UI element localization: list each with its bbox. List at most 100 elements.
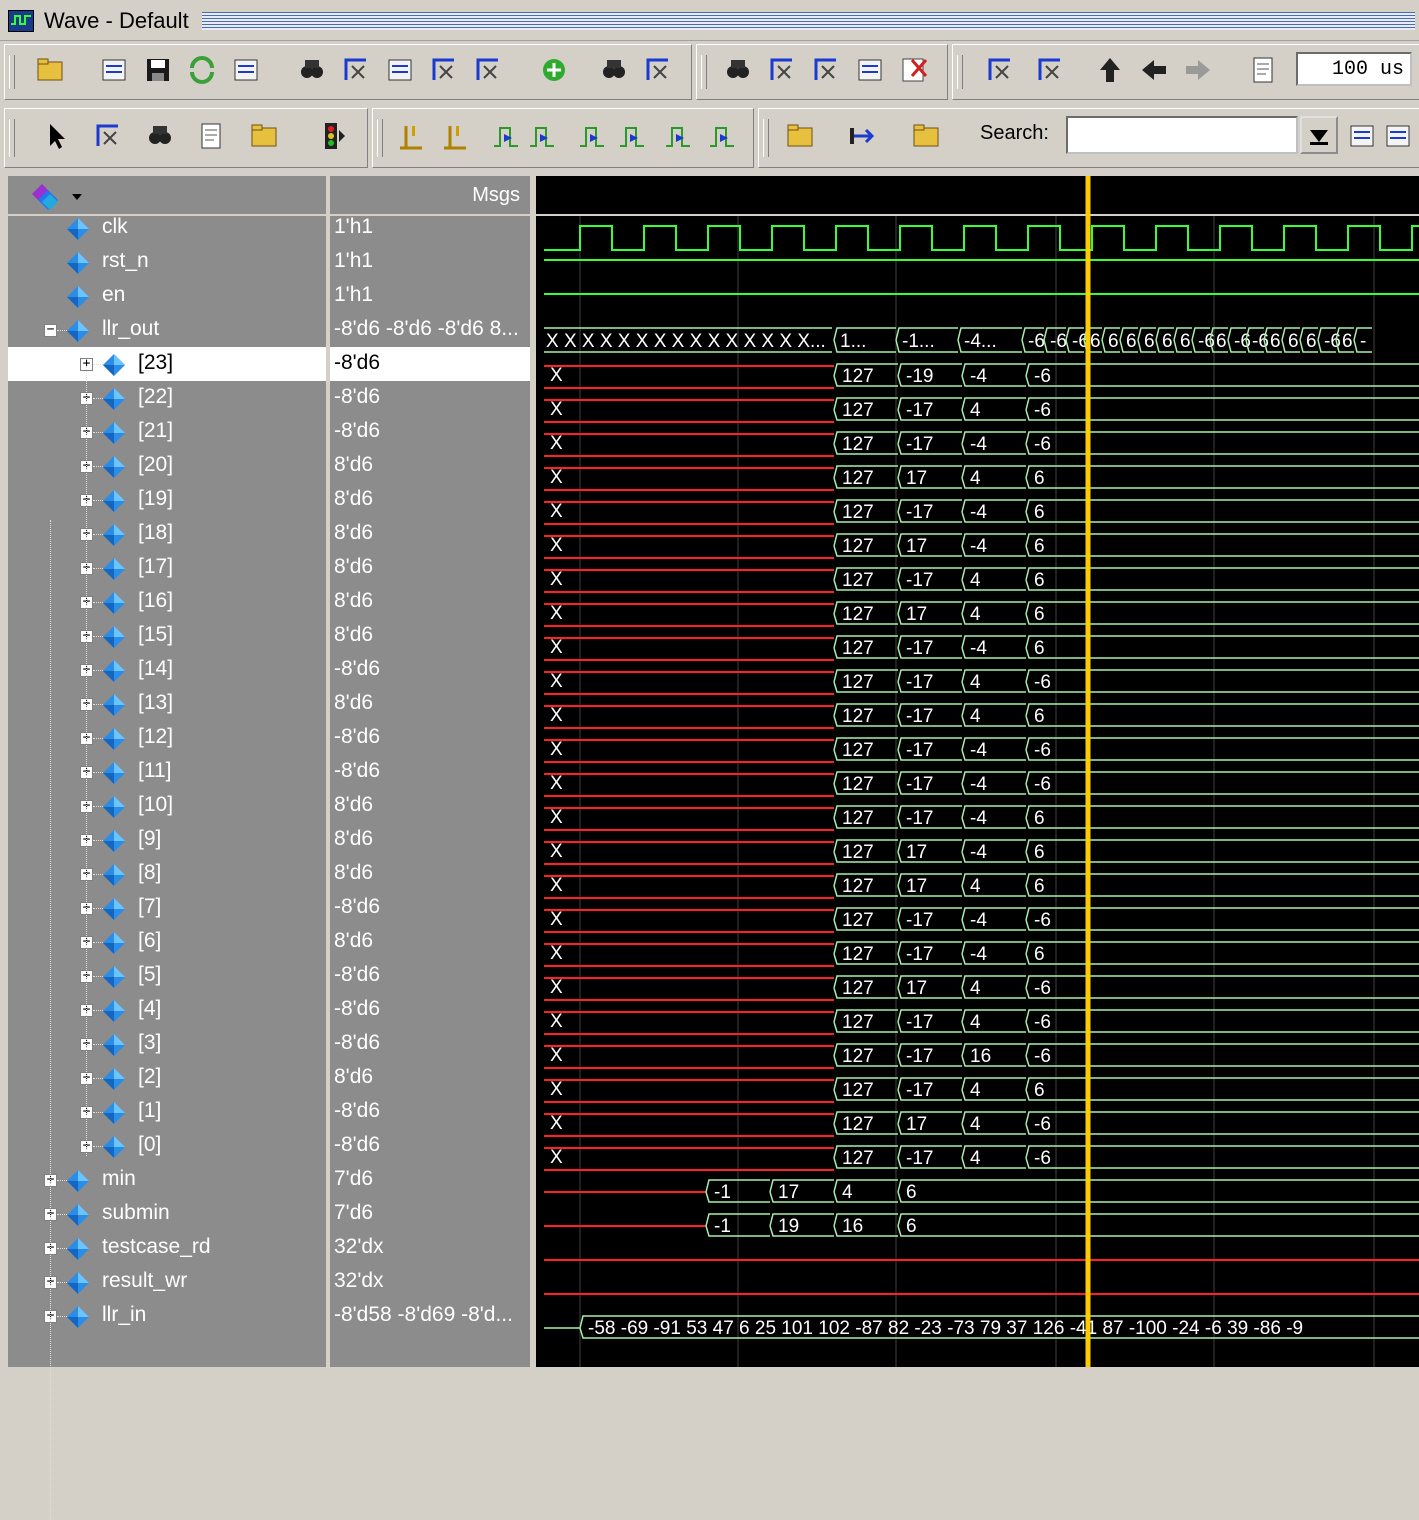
value-row[interactable]: 7'd6 bbox=[330, 1197, 530, 1231]
copy-waves-button[interactable] bbox=[984, 54, 1016, 86]
waveform-canvas[interactable]: X X X X X X X X X X X X X X X... 1... -1..… bbox=[536, 176, 1419, 1367]
paste-button[interactable] bbox=[384, 54, 416, 86]
value-row[interactable]: 8'd6 bbox=[330, 517, 530, 551]
delete-button[interactable] bbox=[898, 54, 930, 86]
signal-row[interactable]: + min bbox=[8, 1163, 326, 1197]
signal-row[interactable]: + [23] bbox=[8, 347, 326, 381]
next-rising-button[interactable] bbox=[706, 120, 738, 152]
search-next-button[interactable] bbox=[1382, 120, 1414, 152]
signal-row[interactable]: + [6] bbox=[8, 925, 326, 959]
value-row[interactable]: -8'd6 -8'd6 -8'd6 8... bbox=[330, 313, 530, 347]
toolbar-grip[interactable] bbox=[377, 119, 383, 157]
signal-row[interactable]: + [7] bbox=[8, 891, 326, 925]
expand-button[interactable] bbox=[846, 120, 878, 152]
value-row[interactable]: -8'd58 -8'd69 -8'd... bbox=[330, 1299, 530, 1333]
toolbar-grip[interactable] bbox=[957, 55, 963, 89]
signal-row[interactable]: + llr_in bbox=[8, 1299, 326, 1333]
waveform-pane[interactable]: X X X X X X X X X X X X X X X... 1... -1..… bbox=[536, 176, 1419, 1367]
value-row[interactable]: 8'd6 bbox=[330, 687, 530, 721]
signal-row[interactable]: + [3] bbox=[8, 1027, 326, 1061]
value-row[interactable]: 8'd6 bbox=[330, 857, 530, 891]
value-row[interactable]: 8'd6 bbox=[330, 789, 530, 823]
cut-button[interactable] bbox=[296, 54, 328, 86]
value-row[interactable]: 8'd6 bbox=[330, 585, 530, 619]
restart-button[interactable] bbox=[1248, 54, 1280, 86]
signal-row[interactable]: + [1] bbox=[8, 1095, 326, 1129]
value-row[interactable]: -8'd6 bbox=[330, 381, 530, 415]
prev-rising-button[interactable] bbox=[662, 120, 694, 152]
signal-row[interactable]: − llr_out bbox=[8, 313, 326, 347]
value-row[interactable]: 8'd6 bbox=[330, 1061, 530, 1095]
value-row[interactable]: -8'd6 bbox=[330, 1095, 530, 1129]
save-button[interactable] bbox=[142, 54, 174, 86]
value-row[interactable]: 8'd6 bbox=[330, 551, 530, 585]
signal-row[interactable]: + [9] bbox=[8, 823, 326, 857]
collapse-toggle[interactable]: − bbox=[44, 323, 57, 337]
value-row[interactable]: 8'd6 bbox=[330, 619, 530, 653]
signal-row[interactable]: + submin bbox=[8, 1197, 326, 1231]
value-row[interactable]: 8'd6 bbox=[330, 823, 530, 857]
value-row[interactable]: -8'd6 bbox=[330, 721, 530, 755]
signal-row[interactable]: + testcase_rd bbox=[8, 1231, 326, 1265]
up-arrow-button[interactable] bbox=[1094, 54, 1126, 86]
signal-row[interactable]: + result_wr bbox=[8, 1265, 326, 1299]
signal-row[interactable]: clk bbox=[8, 211, 326, 245]
toolbar-grip[interactable] bbox=[9, 55, 15, 89]
toolbar-grip[interactable] bbox=[763, 119, 769, 157]
break-button[interactable] bbox=[854, 54, 886, 86]
copy-button[interactable] bbox=[340, 54, 372, 86]
stop-traffic-light-button[interactable] bbox=[316, 120, 348, 152]
pan-button[interactable] bbox=[144, 120, 176, 152]
calculator-button[interactable] bbox=[810, 54, 842, 86]
signal-row[interactable]: + [2] bbox=[8, 1061, 326, 1095]
value-row[interactable]: -8'd6 bbox=[330, 653, 530, 687]
signal-row[interactable]: + [5] bbox=[8, 959, 326, 993]
value-row[interactable]: -8'd6 bbox=[330, 415, 530, 449]
search-prev-button[interactable] bbox=[1346, 120, 1378, 152]
signal-row[interactable]: + [17] bbox=[8, 551, 326, 585]
value-row[interactable]: 1'h1 bbox=[330, 211, 530, 245]
list-button[interactable] bbox=[642, 54, 674, 86]
search-input[interactable] bbox=[1066, 116, 1298, 154]
value-row[interactable]: 1'h1 bbox=[330, 279, 530, 313]
signal-row[interactable]: + [8] bbox=[8, 857, 326, 891]
value-row[interactable]: 8'd6 bbox=[330, 483, 530, 517]
right-arrow-button[interactable] bbox=[1182, 54, 1214, 86]
find-binoculars-button[interactable] bbox=[598, 54, 630, 86]
signal-row[interactable]: en bbox=[8, 279, 326, 313]
toolbar-grip[interactable] bbox=[9, 119, 15, 157]
search-dropdown-button[interactable] bbox=[1300, 116, 1338, 154]
value-row[interactable]: -8'd6 bbox=[330, 959, 530, 993]
next-edge-button[interactable] bbox=[526, 120, 558, 152]
prev-edge-button[interactable] bbox=[490, 120, 522, 152]
signal-row[interactable]: + [19] bbox=[8, 483, 326, 517]
next-falling-button[interactable] bbox=[616, 120, 648, 152]
insert-divider-button[interactable] bbox=[784, 120, 816, 152]
signal-row[interactable]: + [0] bbox=[8, 1129, 326, 1163]
sort-button[interactable] bbox=[1034, 54, 1066, 86]
print-button[interactable] bbox=[230, 54, 262, 86]
left-arrow-button[interactable] bbox=[1138, 54, 1170, 86]
signal-row[interactable]: rst_n bbox=[8, 245, 326, 279]
signal-row[interactable]: + [4] bbox=[8, 993, 326, 1027]
cursor-delete-button[interactable] bbox=[440, 120, 472, 152]
signal-row[interactable]: + [22] bbox=[8, 381, 326, 415]
redo-button[interactable] bbox=[472, 54, 504, 86]
value-row[interactable]: -8'd6 bbox=[330, 347, 530, 381]
signal-row[interactable]: + [18] bbox=[8, 517, 326, 551]
prev-falling-button[interactable] bbox=[576, 120, 608, 152]
help-button[interactable] bbox=[766, 54, 798, 86]
value-row[interactable]: 32'dx bbox=[330, 1265, 530, 1299]
value-row[interactable]: 8'd6 bbox=[330, 449, 530, 483]
signal-row[interactable]: + [13] bbox=[8, 687, 326, 721]
value-row[interactable]: -8'd6 bbox=[330, 993, 530, 1027]
signal-row[interactable]: + [16] bbox=[8, 585, 326, 619]
signal-filter-icon[interactable] bbox=[28, 180, 88, 212]
step-over-button[interactable] bbox=[722, 54, 754, 86]
dataflow-button[interactable] bbox=[248, 120, 280, 152]
collapse-button[interactable] bbox=[910, 120, 942, 152]
signal-row[interactable]: + [11] bbox=[8, 755, 326, 789]
new-file-button[interactable] bbox=[34, 54, 66, 86]
value-row[interactable]: 7'd6 bbox=[330, 1163, 530, 1197]
value-row[interactable]: 32'dx bbox=[330, 1231, 530, 1265]
